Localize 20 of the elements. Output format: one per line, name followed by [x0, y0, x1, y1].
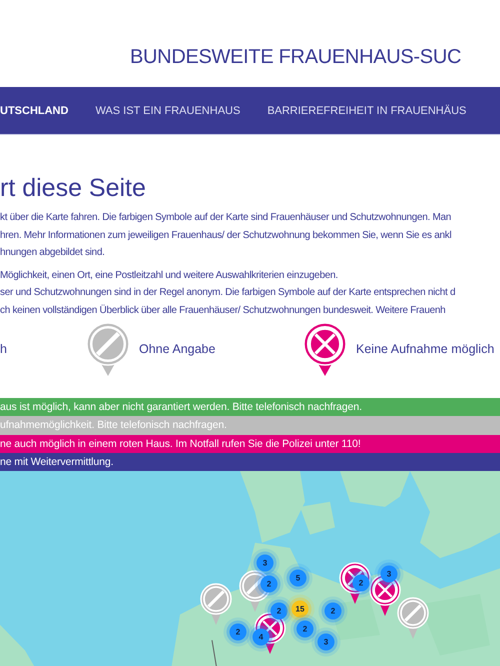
notice-bar: aus ist möglich, kann aber nicht garantiert werden. Bitte telefonisch nachfragen.: [0, 398, 500, 416]
nav-link[interactable]: WAS IST EIN FRAUENHAUS: [95, 104, 240, 116]
paragraph-line: kt über die Karte fahren. Die farbigen Symbole auf der Karte sind Frauenhäuser und Schutzwohnungen. Man: [0, 211, 452, 225]
slash-pin-icon: [85, 321, 131, 377]
paragraph-line: Möglichkeit, einen Ort, eine Postleitzahl und weitere Auswahlkriterien einzugeben.: [0, 268, 339, 282]
paragraph-line: hren. Mehr Informationen zum jeweiligen Frauenhaus/ der Schutzwohnung bekommen Sie, wenn Sie es ankl: [0, 228, 452, 242]
nav-link[interactable]: BARRIEREFREIHEIT IN FRAUENHÄUS: [267, 104, 466, 116]
cross-pin-icon: [302, 321, 348, 377]
notice-bar: ne auch möglich in einem roten Haus. Im Notfall rufen Sie die Polizei unter 110!: [0, 434, 500, 453]
legend-label: Ohne Angabe: [139, 342, 216, 356]
site-title: BUNDESWEITE FRAUENHAUS-SUC: [130, 46, 462, 69]
notice-bar: ufnahmemöglichkeit. Bitte telefonisch nachfragen.: [0, 416, 500, 435]
notice-bar: ne mit Weitervermittlung.: [0, 452, 500, 472]
section-heading: rt diese Seite: [0, 173, 147, 203]
nav-link[interactable]: UTSCHLAND: [0, 104, 68, 116]
paragraph-line: ser und Schutzwohnungen sind in der Regel anonym. Die farbigen Symbole auf der Karte entsprechen nicht d: [0, 286, 456, 300]
paragraph-line: ch keinen vollständigen Überblick über alle Frauenhäuser/ Schutzwohnungen bundesweit. Weitere Frauenh: [0, 304, 446, 318]
legend-label: h: [0, 342, 7, 356]
paragraph-line: hnungen abgebildet sind.: [0, 246, 106, 260]
legend-label: Keine Aufnahme möglich: [356, 342, 494, 356]
